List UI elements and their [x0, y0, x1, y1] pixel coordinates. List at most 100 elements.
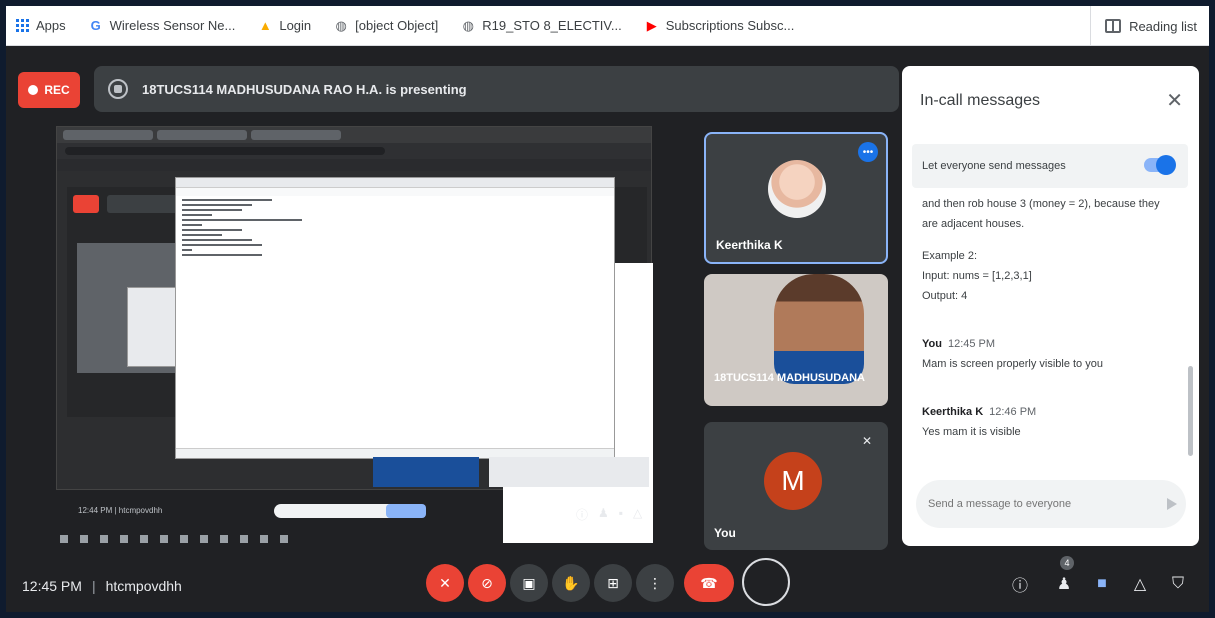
- bookmark-label: [object Object]: [355, 18, 439, 33]
- code-line: [182, 249, 192, 251]
- chat-message: Keerthika K 12:46 PM Yes mam it is visibl…: [922, 402, 1036, 442]
- code-line: [182, 209, 242, 211]
- camera-toggle-button[interactable]: ⊘: [468, 564, 506, 602]
- participant-tile-self[interactable]: ✕ M You: [704, 422, 888, 550]
- notepad-menubar: [176, 188, 614, 196]
- shared-browser-bookmarks: [57, 159, 651, 171]
- meeting-details: 12:45 PM | htcmpovdhh: [22, 578, 182, 594]
- participant-video: [774, 274, 864, 384]
- send-icon[interactable]: [1167, 498, 1177, 510]
- more-options-icon[interactable]: •••: [858, 142, 878, 162]
- shared-right-icons: ⓘ ♟ ▪ △: [576, 506, 642, 523]
- meeting-controls: 12:45 PM | htcmpovdhh ✕ ⊘ ▣ ✋ ⊞ ⋮ ☎ ⓘ ♟ 4 …: [6, 556, 1209, 612]
- leave-call-button[interactable]: ☎: [684, 564, 734, 602]
- rec-label: REC: [44, 83, 70, 97]
- message-text: Mam is screen properly visible to you: [922, 358, 1103, 370]
- more-options-button[interactable]: ⋮: [636, 564, 674, 602]
- meeting-info-button[interactable]: ⓘ: [1008, 572, 1032, 596]
- chat-icon: ▪: [618, 506, 624, 520]
- code-line: [182, 234, 222, 236]
- bookmark-object[interactable]: ◍ [object Object]: [333, 18, 438, 34]
- participant-tile[interactable]: 18TUCS114 MADHUSUDANA: [704, 274, 888, 406]
- camera-off-icon: ⊘: [481, 574, 493, 591]
- meeting-code: htcmpovdhh: [105, 578, 182, 594]
- mic-off-icon: ✕: [862, 434, 873, 448]
- hand-icon: ✋: [562, 574, 580, 591]
- bookmark-label: Wireless Sensor Ne...: [109, 18, 236, 33]
- message-text: and then rob house 3 (money = 2), becaus…: [922, 198, 1160, 210]
- reading-list-label: Reading list: [1129, 18, 1197, 34]
- presenter-text: 18TUCS114 MADHUSUDANA RAO H.A. is presen…: [142, 81, 467, 97]
- participant-name: 18TUCS114 MADHUSUDANA: [714, 372, 865, 384]
- globe-icon: ◍: [335, 17, 347, 33]
- captions-button[interactable]: ▣: [510, 564, 548, 602]
- close-icon[interactable]: ✕: [1166, 88, 1183, 113]
- panel-title: In-call messages: [920, 92, 1041, 109]
- clock-time: 12:45 PM: [22, 578, 82, 594]
- captions-icon: ▣: [522, 574, 536, 591]
- chat-message: and then rob house 3 (money = 2), becaus…: [922, 194, 1160, 234]
- chat-message-input[interactable]: [916, 480, 1186, 528]
- people-icon: ♟: [1056, 576, 1072, 593]
- message-time: 12:46 PM: [989, 406, 1037, 418]
- bookmark-r19[interactable]: ◍ R19_STO 8_ELECTIV...: [460, 18, 622, 34]
- host-controls-button[interactable]: ⛉: [1166, 572, 1190, 596]
- presentation-icon: [108, 79, 128, 99]
- shared-person-tile: [373, 457, 479, 487]
- message-time: 12:45 PM: [947, 338, 996, 350]
- shared-rec-badge: [73, 195, 99, 213]
- cursor-highlight: [742, 558, 790, 606]
- bookmarks-bar: Apps G Wireless Sensor Ne... ▲ Login ◍ […: [6, 6, 1209, 46]
- reading-list-button[interactable]: Reading list: [1090, 6, 1197, 46]
- bookmark-subscriptions[interactable]: ▶ Subscriptions Subsc...: [644, 18, 795, 34]
- browser-window: Apps G Wireless Sensor Ne... ▲ Login ◍ […: [6, 6, 1209, 612]
- present-icon: ⊞: [607, 574, 619, 591]
- toggle-label: Let everyone send messages: [922, 160, 1066, 172]
- message-sender: You: [922, 338, 942, 350]
- code-line: [182, 239, 252, 241]
- shared-taskbar: [60, 532, 650, 546]
- code-line: [182, 204, 252, 206]
- message-text: Input: nums = [1,2,3,1]: [922, 270, 1032, 282]
- separator: |: [91, 578, 96, 594]
- shared-bottom-bar: 12:44 PM | htcmpovdhh ⓘ ♟ ▪ △: [56, 492, 652, 552]
- participant-tile[interactable]: ••• Keerthika K: [704, 132, 888, 264]
- phone-hangup-icon: ☎: [700, 574, 718, 591]
- code-line: [182, 224, 202, 226]
- activities-button[interactable]: △: [1128, 572, 1152, 596]
- bookmark-label: Apps: [36, 18, 66, 33]
- code-line: [182, 214, 212, 216]
- code-line: [182, 199, 272, 201]
- bookmark-apps[interactable]: Apps: [14, 18, 66, 34]
- presenter-banner: 18TUCS114 MADHUSUDANA RAO H.A. is presen…: [94, 66, 899, 112]
- people-button[interactable]: ♟: [1052, 572, 1076, 596]
- chat-message: Example 2: Input: nums = [1,2,3,1] Outpu…: [922, 246, 1032, 306]
- chat-scrollbar[interactable]: [1188, 366, 1193, 456]
- bookmark-login[interactable]: ▲ Login: [257, 18, 311, 34]
- message-sender: Keerthika K: [922, 406, 984, 418]
- mic-toggle-button[interactable]: ✕: [426, 564, 464, 602]
- chat-message: You 12:45 PM Mam is screen properly visib…: [922, 334, 1103, 374]
- triangle-logo-icon: ▲: [258, 18, 272, 33]
- raise-hand-button[interactable]: ✋: [552, 564, 590, 602]
- youtube-icon: ▶: [646, 17, 657, 33]
- participant-name: You: [714, 526, 736, 540]
- notepad-titlebar: [176, 178, 614, 188]
- avatar: M: [764, 452, 822, 510]
- activities-icon: △: [1133, 576, 1147, 593]
- recording-badge: REC: [18, 72, 80, 108]
- shared-screen: [56, 126, 653, 543]
- shared-browser-tabs: [57, 127, 651, 143]
- chat-button[interactable]: ■: [1090, 572, 1114, 596]
- shared-tile-peek: [489, 457, 649, 487]
- bookmark-wireless-sensor[interactable]: G Wireless Sensor Ne...: [88, 18, 236, 34]
- present-button[interactable]: ⊞: [594, 564, 632, 602]
- participant-avatar: [768, 160, 826, 218]
- google-icon: G: [90, 18, 101, 33]
- in-call-messages-panel: In-call messages ✕ Let everyone send mes…: [902, 66, 1199, 546]
- send-messages-setting: Let everyone send messages: [912, 144, 1188, 188]
- mic-off-icon: ✕: [439, 574, 451, 591]
- bookmark-label: Login: [279, 18, 312, 33]
- people-icon: ♟: [598, 506, 609, 520]
- send-messages-toggle[interactable]: [1144, 155, 1176, 175]
